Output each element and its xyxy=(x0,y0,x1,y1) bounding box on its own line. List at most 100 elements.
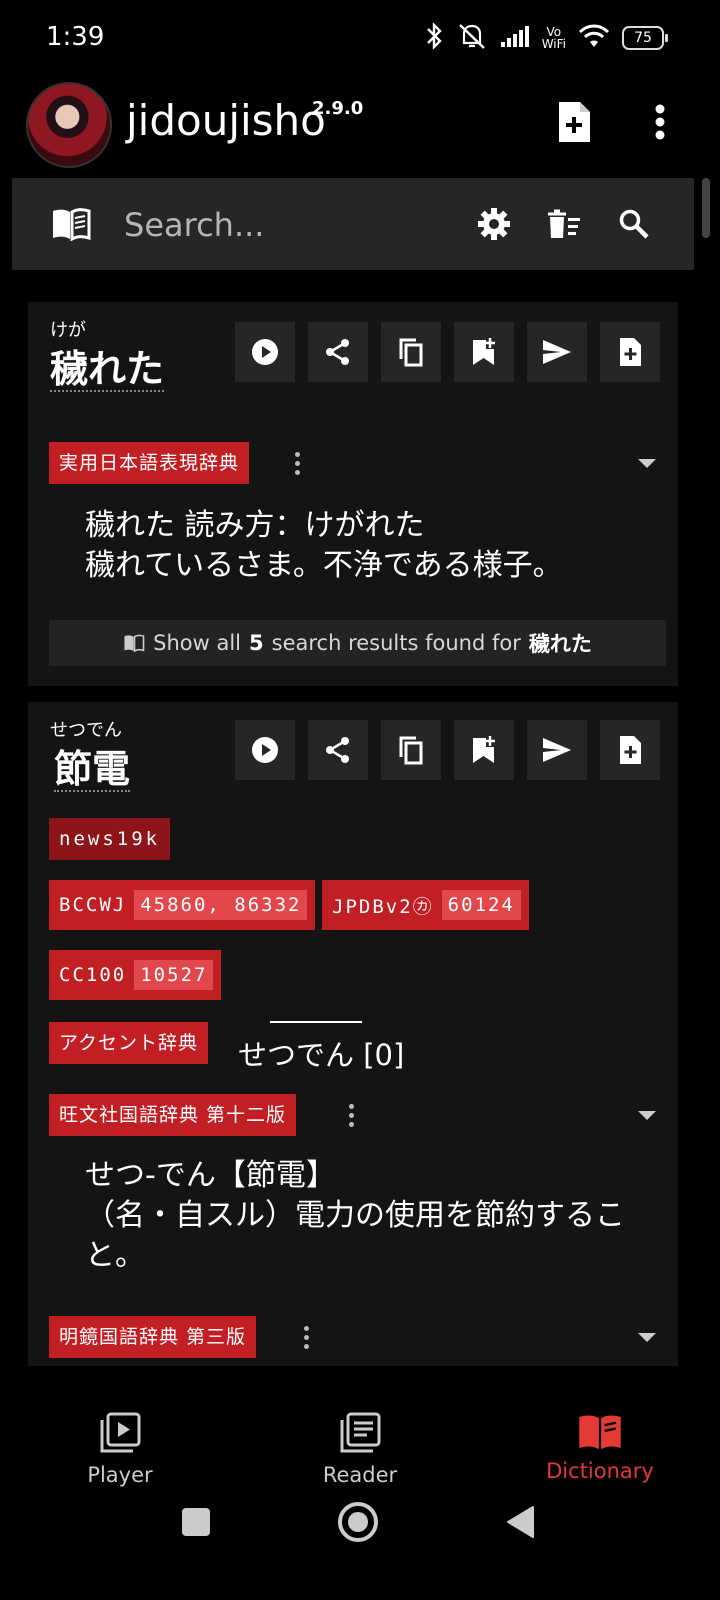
tag-badge[interactable]: news19k xyxy=(49,818,171,860)
play-audio-button[interactable] xyxy=(235,720,295,780)
term-heading[interactable]: 節電 xyxy=(54,748,131,792)
nav-dictionary[interactable]: Dictionary xyxy=(520,1412,680,1483)
frequency-tag[interactable]: CC100 10527 xyxy=(49,950,222,1000)
frequency-dict-name: BCCWJ xyxy=(59,894,127,916)
home-button[interactable] xyxy=(336,1500,380,1544)
vowifi-bottom-label: WiFi xyxy=(541,37,566,51)
pitch-accent-text: せつでん [0] xyxy=(238,1038,405,1072)
frequency-tag[interactable]: JPDBv2㋕ 60124 xyxy=(322,880,529,930)
status-icons: Vo WiFi 75 xyxy=(424,20,668,56)
add-source-button[interactable] xyxy=(552,98,596,146)
dictionary-menu-button[interactable] xyxy=(294,452,300,475)
dictionary-book-icon[interactable] xyxy=(50,206,92,242)
play-audio-button[interactable] xyxy=(235,322,295,382)
definition-line: せつ‐でん【節電】 xyxy=(85,1158,336,1193)
share-button[interactable] xyxy=(308,720,368,780)
search-button[interactable] xyxy=(614,206,654,242)
definition-text: 穢れた 読み方：けがれた 穢れているさま。不浄である様子。 xyxy=(85,506,563,586)
collapse-caret-icon[interactable] xyxy=(638,1111,656,1120)
collapse-caret-icon[interactable] xyxy=(638,1333,656,1342)
play-circle-icon xyxy=(252,339,278,365)
dictionary-menu-button[interactable] xyxy=(348,1104,354,1127)
definition-line: 穢れた 読み方：けがれた xyxy=(85,508,425,543)
share-button[interactable] xyxy=(308,322,368,382)
copy-icon xyxy=(399,338,423,367)
nav-reader[interactable]: Reader xyxy=(280,1412,440,1487)
share-icon xyxy=(326,737,349,763)
app-title: jidoujisho xyxy=(126,96,326,145)
show-all-results-button[interactable]: Show all 5 search results found for 穢れた xyxy=(49,620,666,666)
copy-button[interactable] xyxy=(381,322,441,382)
scrollbar-thumb[interactable] xyxy=(702,178,710,238)
dictionary-tag[interactable]: 実用日本語表現辞典 xyxy=(49,442,250,484)
frequency-value: 45860, 86332 xyxy=(134,890,308,920)
show-all-middle: search results found for xyxy=(271,631,521,655)
search-input[interactable] xyxy=(122,202,466,248)
square-icon xyxy=(182,1508,210,1536)
dictionary-menu-button[interactable] xyxy=(303,1326,309,1349)
nav-player[interactable]: Player xyxy=(40,1412,200,1487)
search-icon xyxy=(619,209,649,239)
dictionary-entry-card: せつでん 節電 news19k BCCWJ 45860, 86332 JPDBv… xyxy=(28,702,678,1366)
definition-line: （名・自スル）電力の使用を節約するこ xyxy=(85,1198,625,1233)
show-all-term: 穢れた xyxy=(528,632,592,656)
gear-icon xyxy=(478,208,510,240)
vowifi-icon: Vo WiFi xyxy=(542,26,566,50)
collapse-caret-icon[interactable] xyxy=(638,459,656,468)
dictionary-book-icon xyxy=(579,1415,621,1450)
copy-button[interactable] xyxy=(381,720,441,780)
term-reading: けが xyxy=(50,320,86,341)
back-triangle-icon xyxy=(507,1506,534,1538)
nav-dictionary-label: Dictionary xyxy=(546,1459,654,1483)
send-button[interactable] xyxy=(527,322,587,382)
definition-line: 穢れているさま。不浄である様子。 xyxy=(85,548,563,583)
pitch-dictionary-tag[interactable]: アクセント辞典 xyxy=(49,1022,209,1064)
frequency-dict-name: CC100 xyxy=(59,964,127,986)
dictionary-tag[interactable]: 旺文社国語辞典 第十二版 xyxy=(49,1094,297,1136)
settings-button[interactable] xyxy=(474,206,514,242)
app-avatar[interactable] xyxy=(26,82,112,168)
mute-bell-icon xyxy=(456,21,488,55)
battery-icon: 75 xyxy=(622,26,668,50)
delete-sweep-icon xyxy=(548,209,580,238)
book-icon xyxy=(124,634,145,652)
export-card-button[interactable] xyxy=(600,720,660,780)
export-card-button[interactable] xyxy=(600,322,660,382)
term-reading: せつでん xyxy=(50,720,122,741)
send-icon xyxy=(543,340,571,364)
frequency-dict-name: JPDBv2㋕ xyxy=(332,895,434,918)
more-vert-icon xyxy=(655,104,665,140)
definition-line: と。 xyxy=(85,1238,145,1273)
send-button[interactable] xyxy=(527,720,587,780)
frequency-tag[interactable]: BCCWJ 45860, 86332 xyxy=(49,880,316,930)
play-circle-icon xyxy=(252,737,278,763)
bookmark-add-icon xyxy=(473,338,495,365)
bookmark-add-button[interactable] xyxy=(454,322,514,382)
show-all-prefix: Show all xyxy=(153,631,242,655)
signal-icon xyxy=(500,24,530,52)
frequency-value: 10527 xyxy=(134,960,214,990)
bookmark-add-button[interactable] xyxy=(454,720,514,780)
share-icon xyxy=(326,339,349,365)
wifi-icon xyxy=(578,23,610,53)
app-version: 2.9.0 xyxy=(312,98,364,119)
overflow-menu-button[interactable] xyxy=(648,100,672,144)
add-document-icon xyxy=(620,736,641,764)
result-count: 5 xyxy=(249,631,264,655)
bookmark-add-icon xyxy=(473,736,495,763)
dictionary-tag[interactable]: 明鏡国語辞典 第三版 xyxy=(49,1316,257,1358)
search-bar xyxy=(12,178,694,270)
bluetooth-icon xyxy=(424,21,444,55)
recents-button[interactable] xyxy=(176,1502,216,1542)
entry-actions xyxy=(235,720,660,780)
back-button[interactable] xyxy=(502,1502,538,1542)
dictionary-entry-card: けが 穢れた 実用日本語表現辞典 穢れた 読み方：けがれた 穢れているさま。不浄… xyxy=(28,302,678,686)
home-circle-icon xyxy=(338,1502,378,1542)
pitch-accent-overline xyxy=(270,1021,362,1023)
video-library-icon xyxy=(100,1412,141,1453)
copy-icon xyxy=(399,736,423,765)
clear-history-button[interactable] xyxy=(544,206,584,242)
term-heading[interactable]: 穢れた xyxy=(50,348,165,392)
add-document-icon xyxy=(620,338,641,366)
frequency-value: 60124 xyxy=(441,890,521,920)
